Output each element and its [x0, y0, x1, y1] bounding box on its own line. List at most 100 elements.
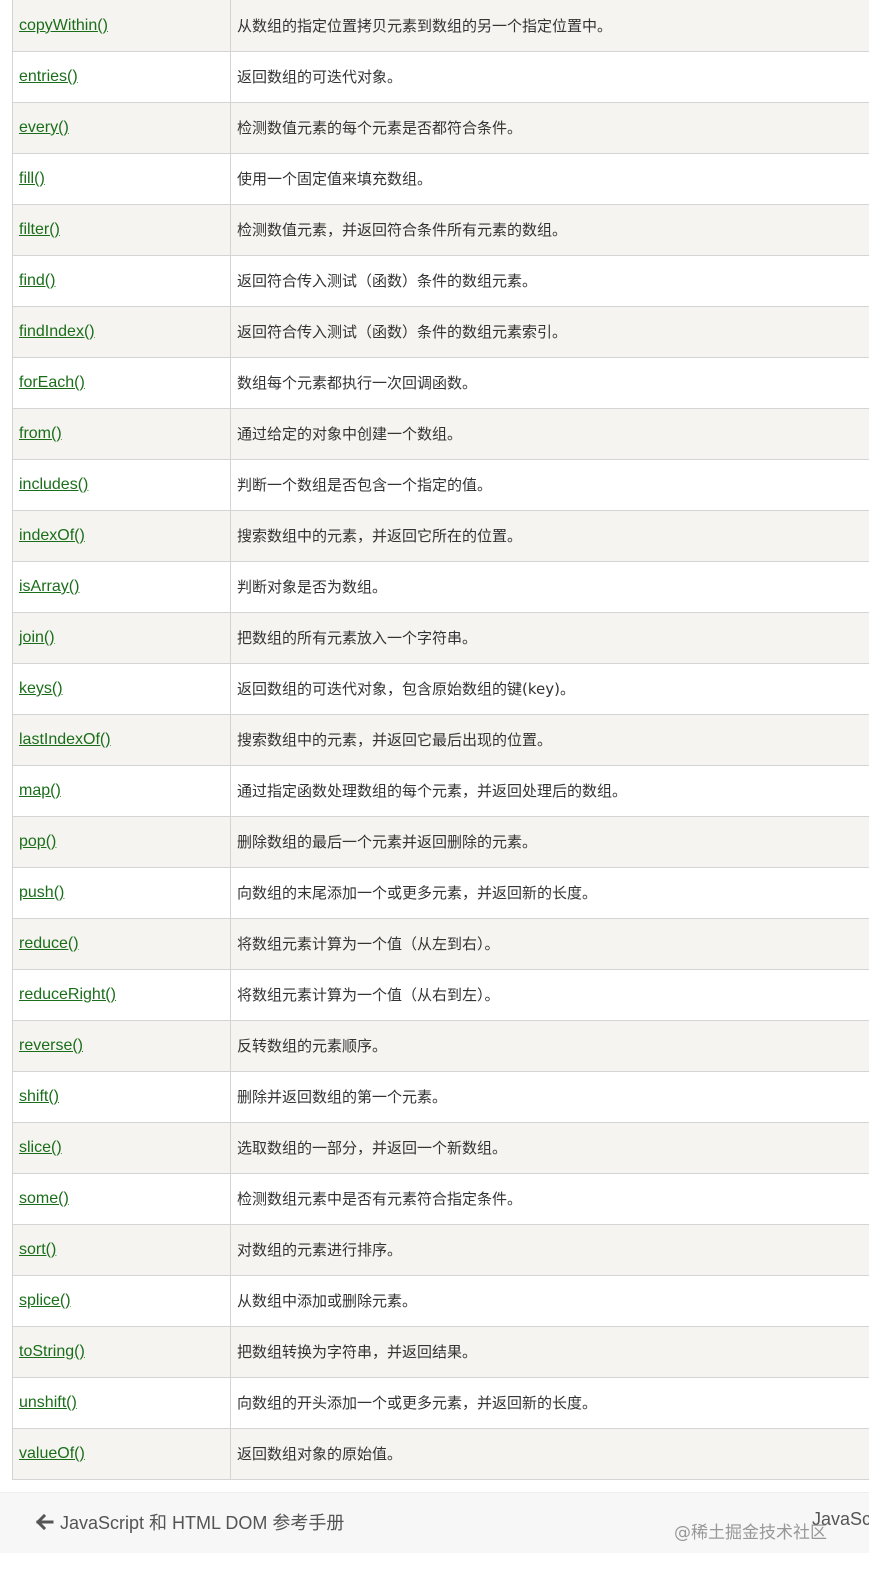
arrow-left-icon — [36, 1513, 54, 1531]
description-cell: 使用一个固定值来填充数组。 — [230, 153, 869, 205]
table-row: copyWithin() 从数组的指定位置拷贝元素到数组的另一个指定位置中。 — [12, 0, 869, 52]
method-link[interactable]: slice() — [19, 1139, 62, 1156]
table-row: indexOf() 搜索数组中的元素，并返回它所在的位置。 — [12, 510, 869, 562]
prev-page-label: JavaScript 和 HTML DOM 参考手册 — [60, 1513, 345, 1533]
method-link[interactable]: keys() — [19, 680, 63, 697]
description-cell: 返回符合传入测试（函数）条件的数组元素。 — [230, 255, 869, 307]
method-link[interactable]: some() — [19, 1190, 69, 1207]
method-cell: copyWithin() — [12, 0, 231, 52]
method-cell: lastIndexOf() — [12, 714, 231, 766]
method-description: 从数组中添加或删除元素。 — [237, 1292, 418, 1310]
method-description: 返回数组的可迭代对象，包含原始数组的键(key)。 — [237, 680, 575, 698]
method-cell: toString() — [12, 1326, 231, 1378]
method-link[interactable]: from() — [19, 425, 62, 442]
description-cell: 把数组转换为字符串，并返回结果。 — [230, 1326, 869, 1378]
table-row: slice() 选取数组的一部分，并返回一个新数组。 — [12, 1122, 869, 1174]
table-row: entries() 返回数组的可迭代对象。 — [12, 51, 869, 103]
method-description: 向数组的末尾添加一个或更多元素，并返回新的长度。 — [237, 884, 598, 902]
method-link[interactable]: splice() — [19, 1292, 71, 1309]
method-link[interactable]: push() — [19, 884, 64, 901]
table-row: findIndex() 返回符合传入测试（函数）条件的数组元素索引。 — [12, 306, 869, 358]
method-cell: map() — [12, 765, 231, 817]
description-cell: 反转数组的元素顺序。 — [230, 1020, 869, 1072]
table-row: push() 向数组的末尾添加一个或更多元素，并返回新的长度。 — [12, 867, 869, 919]
method-link[interactable]: every() — [19, 119, 69, 136]
method-cell: pop() — [12, 816, 231, 868]
method-description: 判断对象是否为数组。 — [237, 578, 388, 596]
method-cell: reduce() — [12, 918, 231, 970]
method-description: 通过给定的对象中创建一个数组。 — [237, 425, 463, 443]
method-link[interactable]: copyWithin() — [19, 17, 108, 34]
method-cell: valueOf() — [12, 1428, 231, 1480]
description-cell: 向数组的开头添加一个或更多元素，并返回新的长度。 — [230, 1377, 869, 1429]
description-cell: 返回符合传入测试（函数）条件的数组元素索引。 — [230, 306, 869, 358]
method-cell: find() — [12, 255, 231, 307]
table-row: unshift() 向数组的开头添加一个或更多元素，并返回新的长度。 — [12, 1377, 869, 1429]
method-description: 将数组元素计算为一个值（从右到左）。 — [237, 986, 500, 1004]
table-row: lastIndexOf() 搜索数组中的元素，并返回它最后出现的位置。 — [12, 714, 869, 766]
table-row: sort() 对数组的元素进行排序。 — [12, 1224, 869, 1276]
method-link[interactable]: toString() — [19, 1343, 85, 1360]
description-cell: 删除数组的最后一个元素并返回删除的元素。 — [230, 816, 869, 868]
method-link[interactable]: lastIndexOf() — [19, 731, 111, 748]
description-cell: 搜索数组中的元素，并返回它所在的位置。 — [230, 510, 869, 562]
method-link[interactable]: indexOf() — [19, 527, 85, 544]
method-link[interactable]: reduceRight() — [19, 986, 116, 1003]
method-cell: keys() — [12, 663, 231, 715]
method-link[interactable]: join() — [19, 629, 55, 646]
method-link[interactable]: reverse() — [19, 1037, 83, 1054]
description-cell: 将数组元素计算为一个值（从左到右）。 — [230, 918, 869, 970]
methods-table-body: copyWithin() 从数组的指定位置拷贝元素到数组的另一个指定位置中。 ent… — [12, 0, 869, 1480]
method-description: 把数组的所有元素放入一个字符串。 — [237, 629, 478, 647]
method-cell: push() — [12, 867, 231, 919]
description-cell: 将数组元素计算为一个值（从右到左）。 — [230, 969, 869, 1021]
table-row: isArray() 判断对象是否为数组。 — [12, 561, 869, 613]
table-row: reduce() 将数组元素计算为一个值（从左到右）。 — [12, 918, 869, 970]
method-link[interactable]: reduce() — [19, 935, 79, 952]
method-link[interactable]: fill() — [19, 170, 45, 187]
method-description: 对数组的元素进行排序。 — [237, 1241, 403, 1259]
method-link[interactable]: findIndex() — [19, 323, 95, 340]
table-row: fill() 使用一个固定值来填充数组。 — [12, 153, 869, 205]
method-description: 通过指定函数处理数组的每个元素，并返回处理后的数组。 — [237, 782, 628, 800]
table-row: splice() 从数组中添加或删除元素。 — [12, 1275, 869, 1327]
table-row: pop() 删除数组的最后一个元素并返回删除的元素。 — [12, 816, 869, 868]
method-link[interactable]: isArray() — [19, 578, 79, 595]
array-methods-table: copyWithin() 从数组的指定位置拷贝元素到数组的另一个指定位置中。 ent… — [12, 0, 869, 1480]
method-link[interactable]: valueOf() — [19, 1445, 85, 1462]
table-row: includes() 判断一个数组是否包含一个指定的值。 — [12, 459, 869, 511]
method-link[interactable]: map() — [19, 782, 61, 799]
description-cell: 对数组的元素进行排序。 — [230, 1224, 869, 1276]
method-description: 使用一个固定值来填充数组。 — [237, 170, 433, 188]
method-description: 检测数组元素中是否有元素符合指定条件。 — [237, 1190, 523, 1208]
table-row: map() 通过指定函数处理数组的每个元素，并返回处理后的数组。 — [12, 765, 869, 817]
method-cell: slice() — [12, 1122, 231, 1174]
method-link[interactable]: entries() — [19, 68, 78, 85]
method-description: 反转数组的元素顺序。 — [237, 1037, 388, 1055]
method-description: 检测数值元素，并返回符合条件所有元素的数组。 — [237, 221, 568, 239]
method-link[interactable]: find() — [19, 272, 55, 289]
table-row: some() 检测数组元素中是否有元素符合指定条件。 — [12, 1173, 869, 1225]
method-link[interactable]: forEach() — [19, 374, 85, 391]
method-link[interactable]: filter() — [19, 221, 60, 238]
table-row: valueOf() 返回数组对象的原始值。 — [12, 1428, 869, 1480]
method-link[interactable]: shift() — [19, 1088, 59, 1105]
description-cell: 返回数组对象的原始值。 — [230, 1428, 869, 1480]
method-description: 选取数组的一部分，并返回一个新数组。 — [237, 1139, 508, 1157]
method-cell: join() — [12, 612, 231, 664]
method-link[interactable]: sort() — [19, 1241, 56, 1258]
description-cell: 返回数组的可迭代对象。 — [230, 51, 869, 103]
description-cell: 删除并返回数组的第一个元素。 — [230, 1071, 869, 1123]
description-cell: 通过指定函数处理数组的每个元素，并返回处理后的数组。 — [230, 765, 869, 817]
method-description: 删除并返回数组的第一个元素。 — [237, 1088, 448, 1106]
description-cell: 从数组中添加或删除元素。 — [230, 1275, 869, 1327]
watermark-text: @稀土掘金技术社区 — [674, 1523, 827, 1543]
prev-page-link[interactable]: JavaScript 和 HTML DOM 参考手册 — [36, 1509, 344, 1535]
method-cell: sort() — [12, 1224, 231, 1276]
method-link[interactable]: pop() — [19, 833, 56, 850]
method-link[interactable]: includes() — [19, 476, 88, 493]
method-description: 删除数组的最后一个元素并返回删除的元素。 — [237, 833, 538, 851]
method-link[interactable]: unshift() — [19, 1394, 77, 1411]
description-cell: 通过给定的对象中创建一个数组。 — [230, 408, 869, 460]
table-row: toString() 把数组转换为字符串，并返回结果。 — [12, 1326, 869, 1378]
